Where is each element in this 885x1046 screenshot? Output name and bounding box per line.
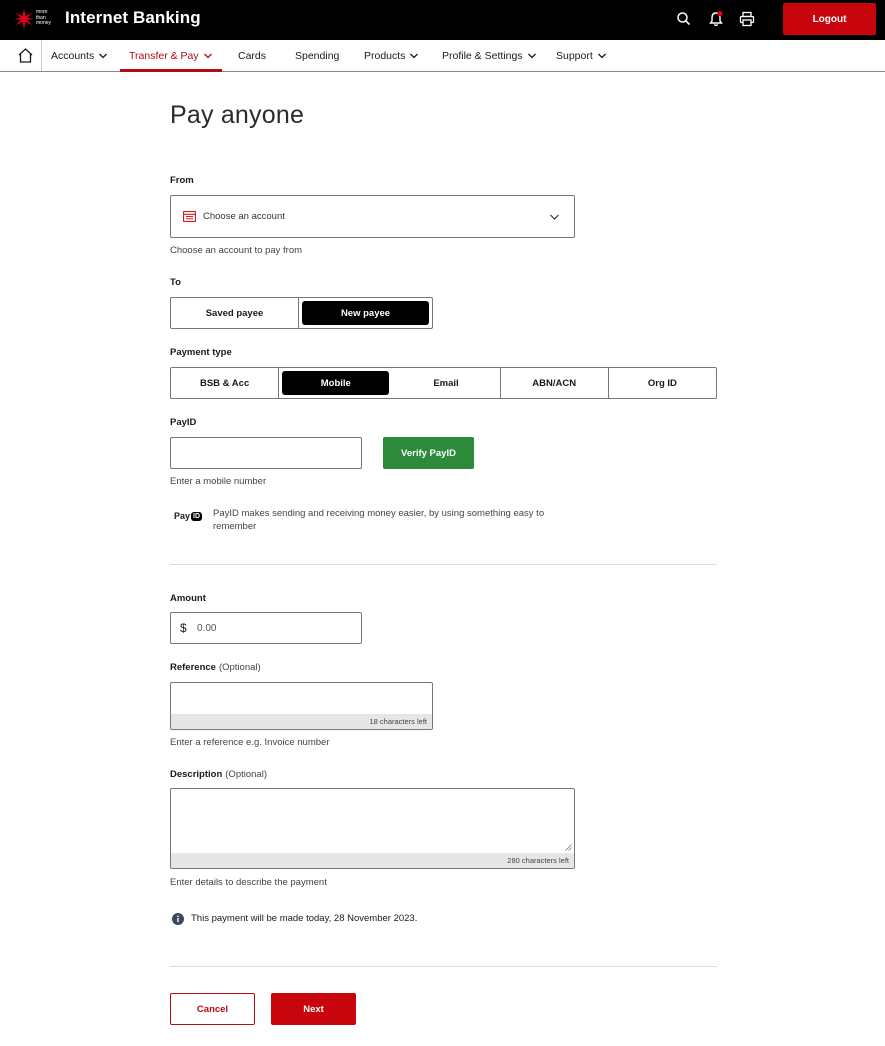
reference-label-text: Reference	[170, 662, 216, 673]
payid-input[interactable]	[170, 437, 362, 469]
amount-placeholder: 0.00	[197, 623, 217, 634]
payment-type-email[interactable]: Email	[392, 368, 501, 398]
currency-symbol: $	[180, 621, 187, 635]
brand-logo[interactable]: more than money	[13, 8, 55, 30]
app-title: Internet Banking	[65, 8, 201, 27]
chevron-down-icon	[597, 53, 606, 58]
chevron-down-icon	[550, 214, 559, 220]
nav-item-spending[interactable]: Spending	[295, 40, 339, 71]
new-payee-button[interactable]: New payee	[302, 301, 429, 325]
to-label: To	[170, 277, 181, 288]
amount-label: Amount	[170, 593, 206, 604]
logout-button[interactable]: Logout	[783, 3, 876, 35]
chevron-down-icon	[527, 53, 536, 58]
payid-logo-pay: Pay	[174, 511, 191, 521]
nav-item-label: Transfer & Pay	[129, 49, 199, 62]
payment-type-org-id[interactable]: Org ID	[609, 368, 716, 398]
cancel-button[interactable]: Cancel	[170, 993, 255, 1025]
payid-info-text: PayID makes sending and receiving money …	[213, 508, 545, 532]
reference-label: Reference (Optional)	[170, 662, 261, 673]
chevron-down-icon	[99, 53, 108, 58]
top-header: more than money Internet Banking Logout	[0, 0, 885, 40]
nav-item-profile-settings[interactable]: Profile & Settings	[442, 40, 537, 71]
nav-item-label: Accounts	[51, 49, 95, 62]
nav-item-label: Products	[364, 49, 406, 62]
reference-char-counter: 18 characters left	[171, 714, 432, 729]
reference-hint: Enter a reference e.g. Invoice number	[170, 737, 330, 748]
reference-textarea[interactable]: 18 characters left	[170, 682, 433, 730]
next-button[interactable]: Next	[271, 993, 356, 1025]
nav-item-label: Support	[556, 49, 593, 62]
nav-item-support[interactable]: Support	[556, 40, 607, 71]
payid-logo: Pay ID	[174, 509, 203, 523]
page-title: Pay anyone	[170, 101, 305, 129]
amount-input[interactable]: $ 0.00	[170, 612, 362, 644]
account-card-icon	[183, 211, 196, 222]
nav-item-label: Profile & Settings	[442, 49, 523, 62]
from-label: From	[170, 175, 194, 186]
info-icon	[172, 913, 184, 925]
star-logo-icon	[14, 9, 34, 29]
chevron-down-icon	[410, 53, 419, 58]
logo-tagline: more than money	[36, 9, 52, 26]
nav-item-label: Cards	[238, 49, 267, 62]
section-divider	[170, 966, 717, 967]
from-account-placeholder: Choose an account	[203, 211, 285, 222]
nav-divider	[41, 40, 42, 71]
description-char-counter: 280 characters left	[171, 853, 574, 868]
section-divider	[170, 564, 717, 565]
from-hint: Choose an account to pay from	[170, 245, 303, 256]
main-nav: Accounts Transfer & Pay Cards Spending P…	[0, 40, 885, 72]
nav-item-accounts[interactable]: Accounts	[51, 40, 108, 71]
payee-toggle: Saved payee New payee	[170, 297, 433, 329]
reference-optional: (Optional)	[218, 662, 261, 673]
home-icon[interactable]	[17, 47, 34, 64]
search-icon[interactable]	[675, 10, 693, 28]
payment-type-abn-acn[interactable]: ABN/ACN	[501, 368, 609, 398]
description-textarea[interactable]: 280 characters left	[170, 788, 575, 869]
payid-logo-id: ID	[191, 511, 203, 521]
chevron-down-icon	[203, 53, 212, 58]
payment-type-toggle: BSB & Acc Mobile Email ABN/ACN Org ID	[170, 367, 717, 399]
bell-icon[interactable]	[707, 10, 725, 28]
payment-type-mobile[interactable]: Mobile	[282, 371, 390, 395]
saved-payee-button[interactable]: Saved payee	[171, 298, 299, 328]
nav-item-transfer-pay[interactable]: Transfer & Pay	[120, 40, 222, 72]
payment-type-label: Payment type	[170, 347, 232, 358]
nav-item-products[interactable]: Products	[364, 40, 419, 71]
description-label-text: Description	[170, 769, 223, 780]
description-optional: (Optional)	[225, 769, 267, 780]
description-label: Description (Optional)	[170, 769, 267, 780]
nav-item-cards[interactable]: Cards	[238, 40, 266, 71]
resize-grip-icon[interactable]	[565, 844, 572, 851]
payment-type-bsb-acc[interactable]: BSB & Acc	[171, 368, 280, 398]
payid-label: PayID	[170, 417, 197, 428]
description-hint: Enter details to describe the payment	[170, 877, 327, 888]
print-icon[interactable]	[738, 10, 756, 28]
verify-payid-button[interactable]: Verify PayID	[383, 437, 474, 469]
nav-item-label: Spending	[295, 49, 340, 62]
from-account-select[interactable]: Choose an account	[170, 195, 575, 238]
payment-date-notice: This payment will be made today, 28 Nove…	[191, 913, 418, 924]
payid-hint: Enter a mobile number	[170, 476, 267, 487]
